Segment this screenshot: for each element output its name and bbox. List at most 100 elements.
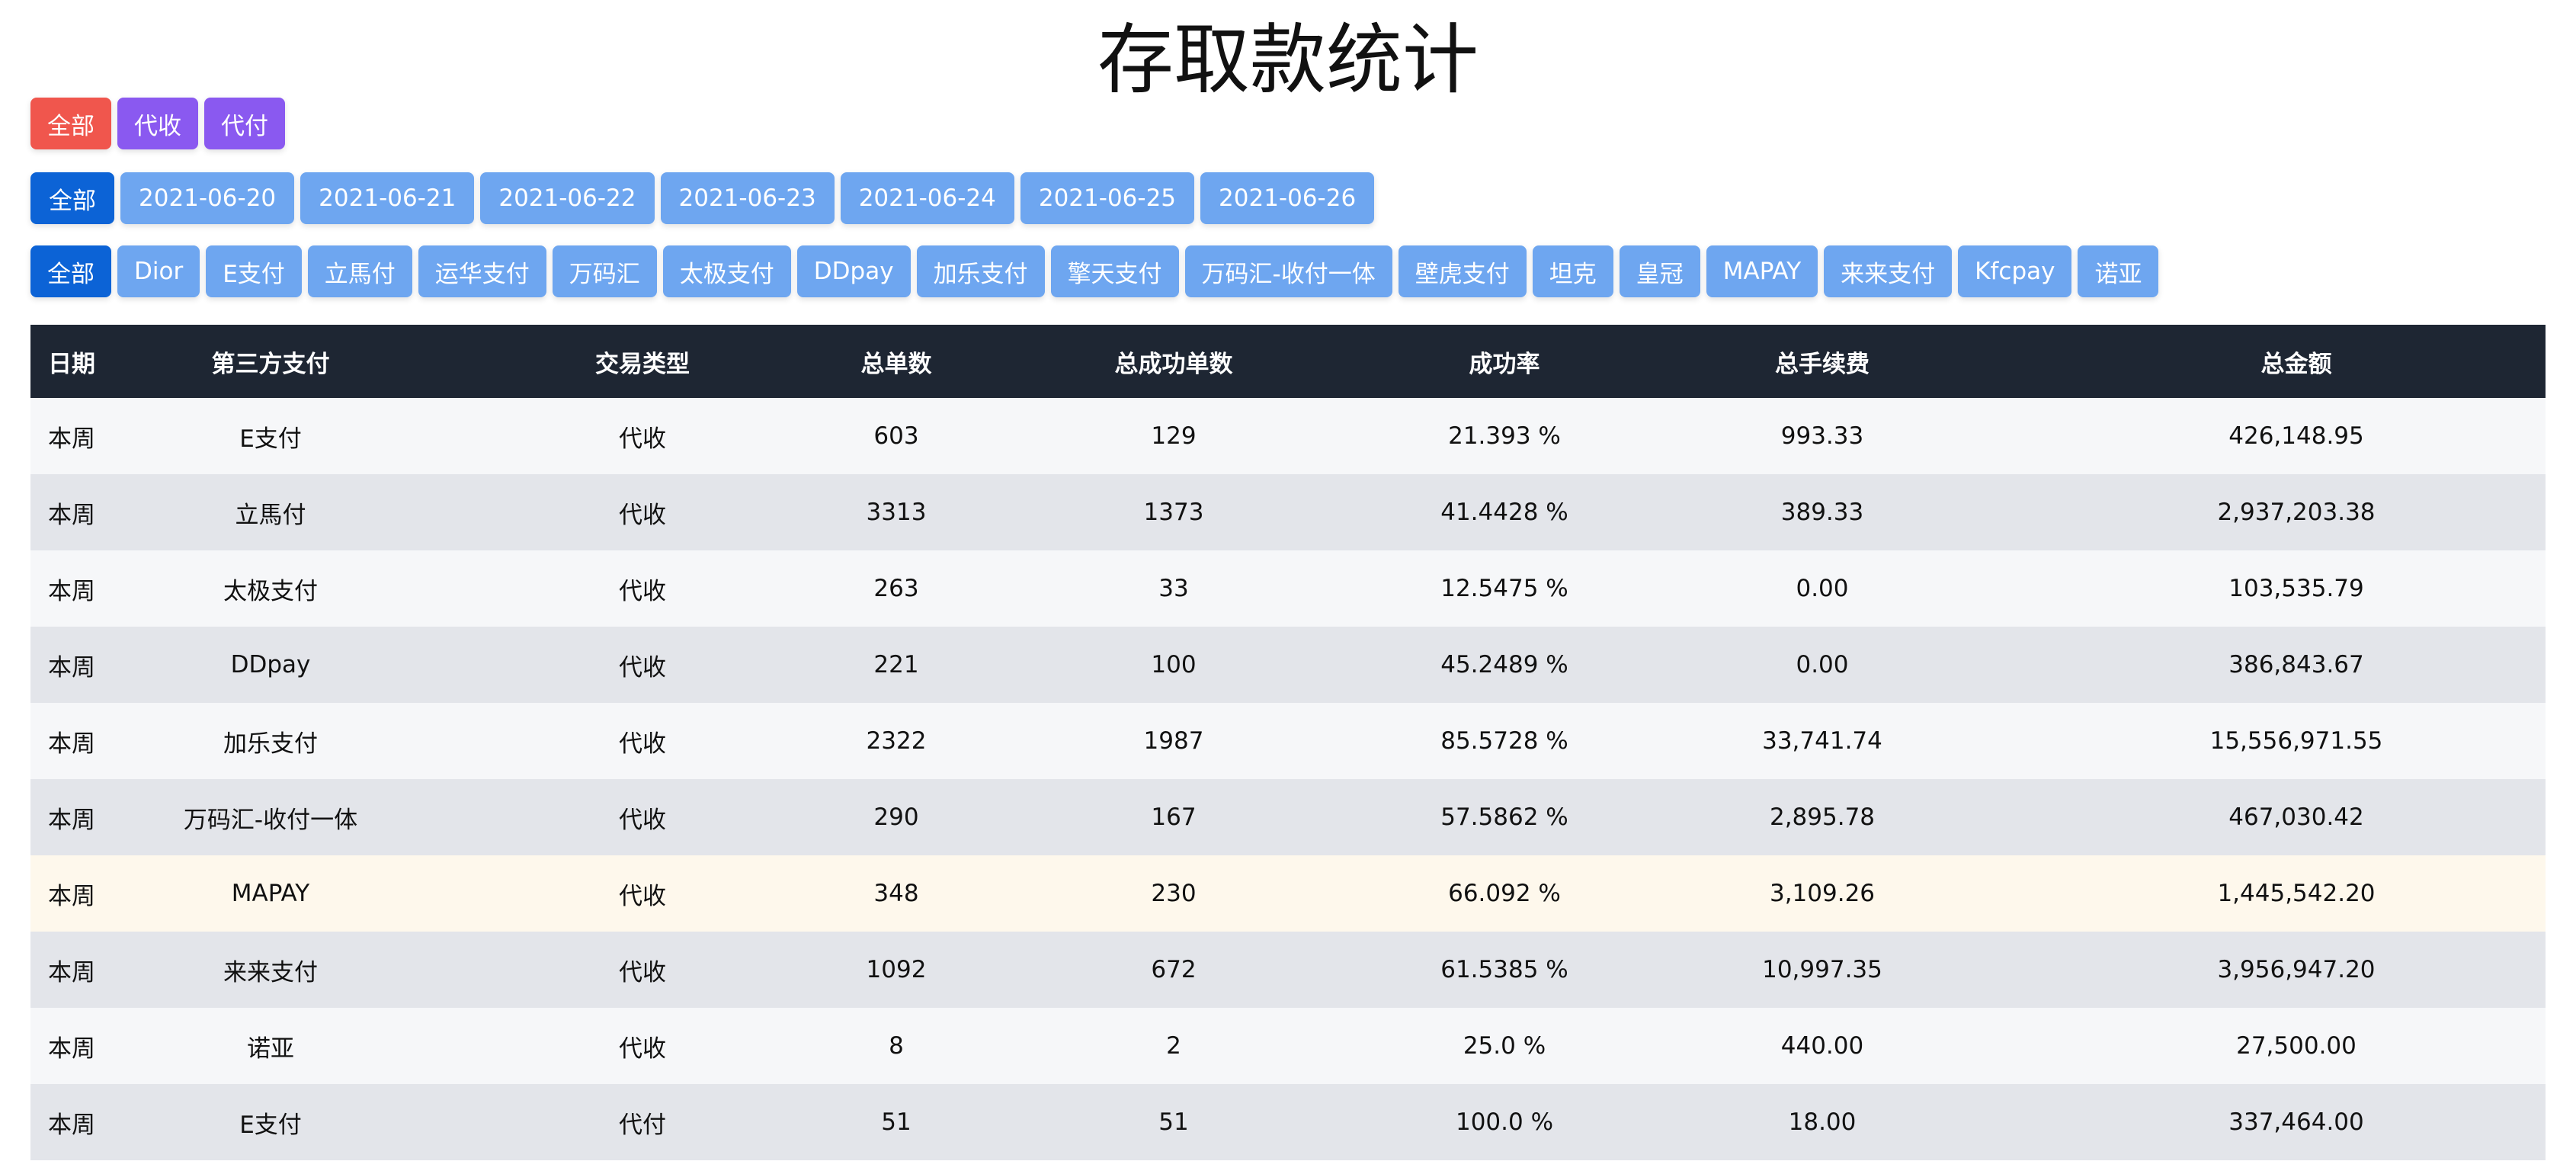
table-cell: 代收 xyxy=(428,779,857,855)
table-cell: 诺亚 xyxy=(113,1008,428,1084)
table-cell: 57.5862 % xyxy=(1411,779,1597,855)
table-cell: 代收 xyxy=(428,474,857,550)
type-filter-button[interactable]: 代收 xyxy=(117,98,198,149)
date-filter-button[interactable]: 2021-06-21 xyxy=(300,172,475,224)
table-cell: 603 xyxy=(857,398,936,474)
date-filter-button[interactable]: 2021-06-25 xyxy=(1020,172,1195,224)
payment-filter-button[interactable]: 壁虎支付 xyxy=(1398,245,1527,297)
table-cell: 33,741.74 xyxy=(1597,703,2047,779)
table-cell: 代收 xyxy=(428,932,857,1008)
table-cell: 103,535.79 xyxy=(2047,550,2546,627)
table-cell: 0.00 xyxy=(1597,550,2047,627)
column-header: 总金额 xyxy=(2047,325,2546,398)
table-row[interactable]: 本周 DDpay 代收 221 100 45.2489 % 0.00 386,843.67 xyxy=(30,627,2546,703)
payment-filter-all-button[interactable]: 全部 xyxy=(30,245,111,297)
date-filter-button[interactable]: 2021-06-22 xyxy=(480,172,655,224)
type-filter-all-button[interactable]: 全部 xyxy=(30,98,111,149)
payment-filter-button[interactable]: E支付 xyxy=(206,245,302,297)
table-cell: 230 xyxy=(936,855,1411,932)
payment-filter-button[interactable]: 万码汇 xyxy=(552,245,657,297)
table-cell: 61.5385 % xyxy=(1411,932,1597,1008)
table-cell: 本周 xyxy=(30,1084,113,1160)
date-filter-button[interactable]: 2021-06-23 xyxy=(660,172,835,224)
table-row[interactable]: 本周 太极支付 代收 263 33 12.5475 % 0.00 103,535.79 xyxy=(30,550,2546,627)
table-cell: 348 xyxy=(857,855,936,932)
column-header: 第三方支付 xyxy=(113,325,428,398)
table-row[interactable]: 本周 E支付 代收 603 129 21.393 % 993.33 426,148.95 xyxy=(30,398,2546,474)
column-header: 总单数 xyxy=(857,325,936,398)
payment-filter-button[interactable]: MAPAY xyxy=(1706,245,1818,297)
table-cell: 代付 xyxy=(428,1084,857,1160)
table-cell: 本周 xyxy=(30,398,113,474)
date-filter-bar: 全部 2021-06-20 2021-06-21 2021-06-22 2021-06-… xyxy=(30,172,1375,224)
payment-filter-button[interactable]: Kfcpay xyxy=(1958,245,2072,297)
header-row: 日期 第三方支付 交易类型 总单数 总成功单数 成功率 总手续费 总金额 xyxy=(30,325,2546,398)
table-cell: 代收 xyxy=(428,627,857,703)
table-cell: 389.33 xyxy=(1597,474,2047,550)
table-cell: DDpay xyxy=(113,627,428,703)
table-cell: 100 xyxy=(936,627,1411,703)
payment-filter-button[interactable]: 万码汇-收付一体 xyxy=(1184,245,1392,297)
table-cell: 66.092 % xyxy=(1411,855,1597,932)
table-cell: 129 xyxy=(936,398,1411,474)
page-title: 存取款统计 xyxy=(1097,15,1479,104)
table-cell: 本周 xyxy=(30,550,113,627)
payment-filter-button[interactable]: 诺亚 xyxy=(2078,245,2159,297)
payment-filter-button[interactable]: Dior xyxy=(117,245,200,297)
table-row[interactable]: 本周 万码汇-收付一体 代收 290 167 57.5862 % 2,895.78 467,0… xyxy=(30,779,2546,855)
stats-table: 日期 第三方支付 交易类型 总单数 总成功单数 成功率 总手续费 总金额 本周 E支付 代收 603… xyxy=(30,325,2546,1160)
date-filter-all-button[interactable]: 全部 xyxy=(30,172,114,224)
column-header: 日期 xyxy=(30,325,113,398)
table-row[interactable]: 本周 立馬付 代收 3313 1373 41.4428 % 389.33 2,937,203.… xyxy=(30,474,2546,550)
table-cell: 25.0 % xyxy=(1411,1008,1597,1084)
table-cell: 440.00 xyxy=(1597,1008,2047,1084)
table-cell: 85.5728 % xyxy=(1411,703,1597,779)
table-row[interactable]: 本周 诺亚 代收 8 2 25.0 % 440.00 27,500.00 xyxy=(30,1008,2546,1084)
payment-filter-button[interactable]: 太极支付 xyxy=(662,245,791,297)
table-row[interactable]: 本周 MAPAY 代收 348 230 66.092 % 3,109.26 1,445,542… xyxy=(30,855,2546,932)
payment-filter-button[interactable]: 加乐支付 xyxy=(916,245,1045,297)
table-cell: 加乐支付 xyxy=(113,703,428,779)
table-cell: 993.33 xyxy=(1597,398,2047,474)
date-filter-button[interactable]: 2021-06-26 xyxy=(1200,172,1375,224)
payment-filter-button[interactable]: 立馬付 xyxy=(307,245,412,297)
table-cell: 来来支付 xyxy=(113,932,428,1008)
table-cell: E支付 xyxy=(113,1084,428,1160)
table-cell: 2,895.78 xyxy=(1597,779,2047,855)
table-cell: 0.00 xyxy=(1597,627,2047,703)
date-filter-button[interactable]: 2021-06-20 xyxy=(120,172,295,224)
payment-filter-button[interactable]: 坦克 xyxy=(1532,245,1613,297)
table-row[interactable]: 本周 来来支付 代收 1092 672 61.5385 % 10,997.35 3,956,9… xyxy=(30,932,2546,1008)
table-cell: 51 xyxy=(936,1084,1411,1160)
table-row[interactable]: 本周 E支付 代付 51 51 100.0 % 18.00 337,464.00 xyxy=(30,1084,2546,1160)
table-row[interactable]: 本周 加乐支付 代收 2322 1987 85.5728 % 33,741.74 15,556… xyxy=(30,703,2546,779)
date-filter-button[interactable]: 2021-06-24 xyxy=(840,172,1014,224)
table-cell: 代收 xyxy=(428,1008,857,1084)
table-cell: 467,030.42 xyxy=(2047,779,2546,855)
table-cell: 1987 xyxy=(936,703,1411,779)
payment-filter-button[interactable]: 运华支付 xyxy=(418,245,546,297)
table-cell: 41.4428 % xyxy=(1411,474,1597,550)
payment-filter-bar: 全部 Dior E支付 立馬付 运华支付 万码汇 太极支付 DDpay 加乐支付 擎天支付 万码汇-… xyxy=(30,245,2159,297)
table-cell: 221 xyxy=(857,627,936,703)
table-cell: 10,997.35 xyxy=(1597,932,2047,1008)
table-cell: 万码汇-收付一体 xyxy=(113,779,428,855)
table-cell: 1373 xyxy=(936,474,1411,550)
table-cell: 15,556,971.55 xyxy=(2047,703,2546,779)
column-header: 交易类型 xyxy=(428,325,857,398)
table-cell: 3,956,947.20 xyxy=(2047,932,2546,1008)
type-filter-button[interactable]: 代付 xyxy=(204,98,285,149)
payment-filter-button[interactable]: 擎天支付 xyxy=(1050,245,1179,297)
payment-filter-button[interactable]: DDpay xyxy=(796,245,911,297)
column-header: 总成功单数 xyxy=(936,325,1411,398)
column-header: 成功率 xyxy=(1411,325,1597,398)
table-cell: 337,464.00 xyxy=(2047,1084,2546,1160)
table-cell: 代收 xyxy=(428,398,857,474)
table-cell: 2 xyxy=(936,1008,1411,1084)
type-filter-bar: 全部 代收 代付 xyxy=(30,98,285,149)
payment-filter-button[interactable]: 来来支付 xyxy=(1824,245,1953,297)
payment-filter-button[interactable]: 皇冠 xyxy=(1619,245,1700,297)
table-cell: 426,148.95 xyxy=(2047,398,2546,474)
table-cell: 2,937,203.38 xyxy=(2047,474,2546,550)
page: 存取款统计 全部 代收 代付 全部 2021-06-20 2021-06-21 2021-… xyxy=(0,0,2576,1174)
